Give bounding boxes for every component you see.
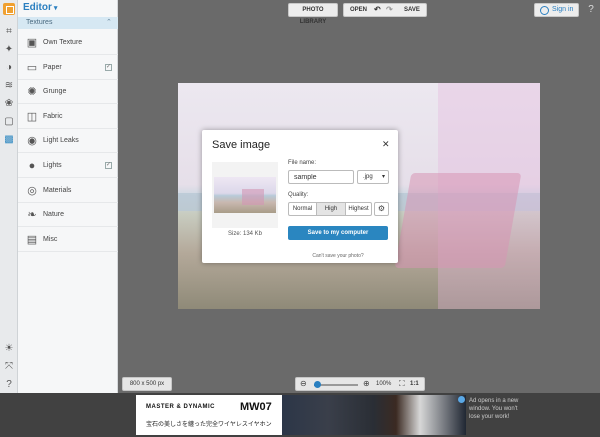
texture-item[interactable]: ◫ Fabric xyxy=(18,105,118,129)
save-image-dialog: Save image ✕ Size: 134 Kb File name: .jp… xyxy=(202,130,398,263)
editor-menu[interactable]: Editor ▾ xyxy=(23,2,57,13)
section-header[interactable]: Textures ⌃ xyxy=(18,17,118,29)
undo-icon[interactable]: ↶ xyxy=(374,4,381,16)
leaf-icon: ❧ xyxy=(27,209,37,222)
advertisement[interactable]: MASTER & DYNAMIC MW07 宝石の美しさを纏った完全ワイヤレスイ… xyxy=(136,395,466,435)
texture-item-label: Own Texture xyxy=(43,39,83,46)
help-icon[interactable]: ? xyxy=(3,379,15,391)
sign-in-button[interactable]: Sign in xyxy=(534,3,579,17)
texture-item[interactable]: ▤ Misc xyxy=(18,228,118,252)
cant-save-text: Can't save your photo? xyxy=(312,253,364,259)
editor-title: Editor xyxy=(23,2,52,13)
zoom-out-icon[interactable]: ⊖ xyxy=(300,379,307,388)
photo-bench xyxy=(394,173,522,268)
ad-note: Ad opens in a new window. You won't lose… xyxy=(469,398,519,420)
image-size-label: 800 x 500 px xyxy=(122,377,172,391)
texture-item-checkbox[interactable]: ✓ xyxy=(105,63,112,71)
tool-rail: ⌗ ✦ ◑ ≋ ❀ ▢ ▩ ☀ ⤧ ? xyxy=(0,0,18,393)
preview-box xyxy=(212,162,278,228)
chevron-down-icon: ▾ xyxy=(53,5,58,12)
texture-item[interactable]: ● Lights ✓ xyxy=(18,154,118,178)
cant-save-link[interactable]: Can't save your photo? xyxy=(202,253,398,259)
quality-label: Quality: xyxy=(288,192,309,198)
user-icon xyxy=(540,6,549,15)
open-button[interactable]: OPEN xyxy=(350,4,367,16)
textures-icon[interactable]: ▩ xyxy=(3,134,15,146)
texture-item-label: Paper xyxy=(43,63,62,71)
quality-highest[interactable]: Highest xyxy=(345,202,372,216)
effects-icon[interactable]: ❀ xyxy=(3,98,15,110)
photo-library-button[interactable]: PHOTO LIBRARY xyxy=(288,3,338,25)
dialog-title: Save image xyxy=(212,139,271,151)
panel-header: Editor ▾ xyxy=(18,0,118,17)
save-to-computer-button[interactable]: Save to my computer xyxy=(288,226,388,240)
file-size-label: Size: 134 Kb xyxy=(227,231,263,237)
brightness-icon[interactable]: ☀ xyxy=(3,343,15,355)
chevron-down-icon: ▾ xyxy=(382,174,386,180)
texture-item-label: Materials xyxy=(43,186,72,194)
splat-icon: ✺ xyxy=(27,86,37,99)
texture-item[interactable]: ❧ Nature xyxy=(18,203,118,228)
bulb-icon: ● xyxy=(28,160,36,172)
preview-thumbnail xyxy=(214,177,276,213)
texture-item[interactable]: ✺ Grunge xyxy=(18,80,118,105)
misc-icon: ▤ xyxy=(26,233,38,246)
actual-size-button[interactable]: 1:1 xyxy=(410,381,419,387)
app-logo-icon[interactable] xyxy=(3,3,15,15)
file-name-input[interactable] xyxy=(288,170,354,184)
ad-model: MW07 xyxy=(240,401,272,413)
fullscreen-icon[interactable]: ⤧ xyxy=(3,361,15,373)
paper-icon: ▭ xyxy=(26,61,38,74)
magic-wand-icon[interactable]: ✦ xyxy=(3,44,15,56)
chevron-up-icon: ⌃ xyxy=(106,19,112,26)
touch-up-icon[interactable]: ◑ xyxy=(3,62,15,74)
file-toolbar: OPEN ↶ ↷ SAVE xyxy=(343,3,427,17)
texture-item-label: Fabric xyxy=(43,112,63,120)
layers-icon[interactable]: ≋ xyxy=(3,80,15,92)
texture-item-label: Nature xyxy=(43,211,65,219)
format-value: .jpg xyxy=(363,174,373,180)
ad-product-images xyxy=(282,395,466,435)
file-name-label: File name: xyxy=(288,160,317,166)
sign-in-label: Sign in xyxy=(552,6,574,13)
zoom-percent: 100% xyxy=(376,381,392,387)
texture-item-label: Misc xyxy=(43,235,58,243)
zoom-in-icon[interactable]: ⊕ xyxy=(363,379,370,388)
quality-normal[interactable]: Normal xyxy=(288,202,317,216)
gear-icon[interactable]: ⚙ xyxy=(374,202,389,216)
texture-item[interactable]: ◉ Light Leaks xyxy=(18,129,118,154)
camera-icon: ◉ xyxy=(27,135,37,148)
help-button[interactable]: ? xyxy=(585,4,597,16)
fit-screen-icon[interactable]: ⛶ xyxy=(399,379,405,389)
texture-item[interactable]: ▣ Own Texture xyxy=(18,31,118,55)
fabric-icon: ◫ xyxy=(26,110,38,123)
close-icon[interactable]: ✕ xyxy=(382,139,390,150)
texture-item-label: Grunge xyxy=(43,88,67,96)
redo-icon[interactable]: ↷ xyxy=(386,4,393,16)
section-title: Textures xyxy=(26,19,53,26)
quality-high[interactable]: High xyxy=(316,202,346,216)
texture-item-checkbox[interactable]: ✓ xyxy=(105,162,112,169)
save-button[interactable]: SAVE xyxy=(404,4,420,16)
zoom-slider-handle[interactable] xyxy=(314,381,321,388)
texture-item-label: Lights xyxy=(43,162,62,169)
zoom-bar: ⊖ ⊕ 100% ⛶ 1:1 xyxy=(295,377,425,391)
ad-brand: MASTER & DYNAMIC xyxy=(146,404,215,410)
ad-choices-icon[interactable] xyxy=(458,396,465,403)
format-select[interactable]: .jpg ▾ xyxy=(357,170,389,184)
crop-icon[interactable]: ⌗ xyxy=(3,26,15,38)
textures-panel: Editor ▾ Textures ⌃ ▣ Own Texture ▭ Paper ✓ ✺ G… xyxy=(18,0,118,393)
texture-item[interactable]: ◎ Materials xyxy=(18,179,118,203)
ad-tagline: 宝石の美しさを纏った完全ワイヤレスイヤホン xyxy=(146,422,272,428)
texture-item[interactable]: ▭ Paper ✓ xyxy=(18,56,118,80)
texture-item-label: Light Leaks xyxy=(43,137,79,145)
materials-icon: ◎ xyxy=(27,184,37,197)
frame-icon[interactable]: ▢ xyxy=(3,116,15,128)
image-plus-icon: ▣ xyxy=(26,37,38,49)
